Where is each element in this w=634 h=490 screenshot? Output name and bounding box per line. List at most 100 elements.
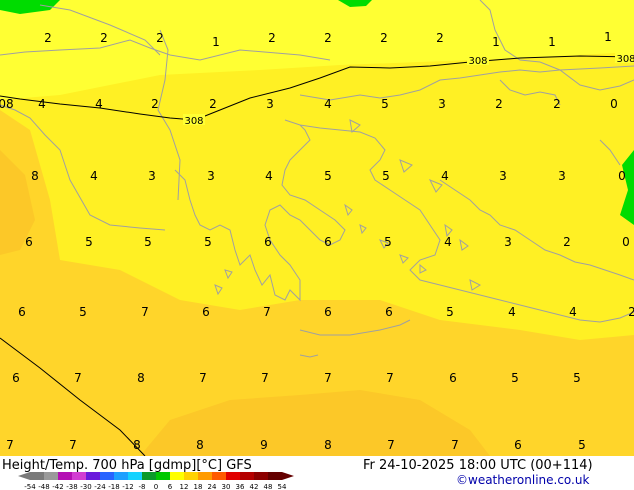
grid-value: 6 (202, 305, 210, 319)
grid-value: 7 (451, 438, 459, 452)
scale-label: -12 (122, 483, 133, 490)
grid-value: 3 (504, 235, 512, 249)
scale-arrow-left (18, 472, 30, 480)
grid-value: 2 (380, 31, 388, 45)
grid-value: 4 (265, 169, 273, 183)
grid-value: 8 (31, 169, 39, 183)
grid-value: 5 (578, 438, 586, 452)
grid-value: 6 (449, 371, 457, 385)
grid-value: 4 (508, 305, 516, 319)
grid-value: 3 (499, 169, 507, 183)
grid-value: 2 (553, 97, 561, 111)
scale-label: 48 (264, 483, 273, 490)
contour-label: 308 (184, 116, 203, 127)
grid-value: 2 (628, 305, 634, 319)
grid-value: 3 (558, 169, 566, 183)
grid-value: 5 (85, 235, 93, 249)
grid-value: 08 (0, 97, 14, 111)
scale-swatch (30, 472, 44, 480)
grid-value: 9 (260, 438, 268, 452)
grid-value: 6 (324, 305, 332, 319)
grid-value: 5 (381, 97, 389, 111)
grid-value: 5 (324, 169, 332, 183)
grid-value: 2 (436, 31, 444, 45)
grid-value: 3 (438, 97, 446, 111)
scale-label: 24 (208, 483, 217, 490)
scale-label: 0 (154, 483, 158, 490)
grid-value: 3 (207, 169, 215, 183)
scale-swatches (18, 472, 294, 480)
credit-link[interactable]: ©weatheronline.co.uk (456, 473, 589, 487)
grid-value: 2 (44, 31, 52, 45)
grid-value: 7 (324, 371, 332, 385)
scale-swatch (100, 472, 114, 480)
scale-label: -8 (139, 483, 146, 490)
scale-swatch (268, 472, 282, 480)
grid-value: 4 (90, 169, 98, 183)
scale-labels: -54 -48 -42 -38 -30 -24 -18 -12 -8 0 6 12 18 24 30 36 42… (24, 483, 287, 490)
grid-value: 4 (569, 305, 577, 319)
scale-label: -38 (66, 483, 77, 490)
grid-value: 7 (141, 305, 149, 319)
grid-value: 7 (69, 438, 77, 452)
grid-value: 8 (133, 438, 141, 452)
grid-value: 4 (441, 169, 449, 183)
scale-swatch (254, 472, 268, 480)
grid-value: 3 (148, 169, 156, 183)
grid-value: 8 (137, 371, 145, 385)
grid-value: 2 (100, 31, 108, 45)
weather-map-view: 308 308 308 2 2 2 1 2 2 2 2 1 1 1 08 4 4 2 2 3 4 5 3 2 2 0 8 4 3 3 4 5… (0, 0, 634, 490)
scale-arrow-right (282, 472, 294, 480)
grid-value: 5 (79, 305, 87, 319)
scale-swatch (198, 472, 212, 480)
scale-label: 12 (180, 483, 189, 490)
grid-value: 5 (384, 235, 392, 249)
grid-value: 1 (212, 35, 220, 49)
scale-swatch (226, 472, 240, 480)
scale-swatch (114, 472, 128, 480)
grid-value: 2 (268, 31, 276, 45)
grid-value: 2 (156, 31, 164, 45)
grid-value: 7 (74, 371, 82, 385)
scale-swatch (170, 472, 184, 480)
grid-value: 6 (12, 371, 20, 385)
grid-value: 2 (209, 97, 217, 111)
scale-label: -54 (24, 483, 36, 490)
grid-value: 0 (618, 169, 626, 183)
weather-map: 308308 308 2 2 2 1 2 2 2 2 1 1 108 4 4 2 2 3 4 5 3 2 2 08 4 3 3 4 5… (0, 0, 634, 456)
grid-value: 4 (444, 235, 452, 249)
grid-value: 4 (38, 97, 46, 111)
grid-value: 0 (610, 97, 618, 111)
scale-swatch (212, 472, 226, 480)
grid-value: 1 (604, 30, 612, 44)
grid-value: 7 (6, 438, 14, 452)
scale-label: 36 (236, 483, 245, 490)
scale-label: -48 (38, 483, 49, 490)
grid-value: 3 (266, 97, 274, 111)
scale-swatch (142, 472, 156, 480)
grid-value: 5 (144, 235, 152, 249)
scale-label: 42 (250, 483, 259, 490)
scale-label: -18 (108, 483, 119, 490)
contour-label: 308 (616, 54, 634, 65)
grid-value: 2 (324, 31, 332, 45)
scale-label: -42 (52, 483, 63, 490)
scale-swatch (58, 472, 72, 480)
grid-value: 6 (18, 305, 26, 319)
grid-value: 8 (196, 438, 204, 452)
grid-value: 6 (264, 235, 272, 249)
grid-value: 7 (387, 438, 395, 452)
scale-swatch (184, 472, 198, 480)
grid-value: 6 (514, 438, 522, 452)
grid-value: 7 (263, 305, 271, 319)
grid-value: 7 (386, 371, 394, 385)
scale-swatch (72, 472, 86, 480)
grid-value: 6 (25, 235, 33, 249)
grid-value: 2 (151, 97, 159, 111)
grid-value: 4 (324, 97, 332, 111)
scale-swatch (156, 472, 170, 480)
grid-value: 6 (385, 305, 393, 319)
grid-value: 5 (382, 169, 390, 183)
scale-label: 54 (278, 483, 287, 490)
scale-label: -30 (80, 483, 91, 490)
